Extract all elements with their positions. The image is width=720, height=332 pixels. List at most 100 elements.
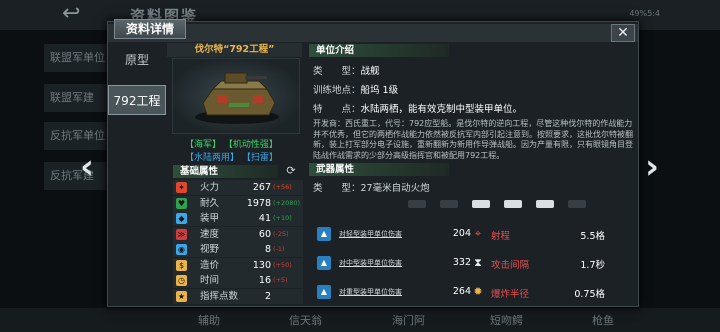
variant-tab-prototype[interactable]: 原型	[108, 45, 166, 75]
back-icon[interactable]: ↩	[62, 3, 96, 25]
attr-name: 视野	[200, 244, 220, 255]
variant-tab-792[interactable]: 792工程	[108, 85, 166, 115]
attr-bonus: (+10)	[273, 214, 292, 222]
feature-label: 特 点：	[313, 104, 361, 115]
attr-bonus: (+50)	[273, 260, 292, 269]
armor-damage-icon: ▲	[317, 256, 331, 270]
attr-value: 267	[252, 182, 271, 193]
attr-value: 16	[258, 275, 271, 286]
side-tab-rebel-units[interactable]: 反抗军单位	[44, 122, 110, 150]
attr-name: 火力	[200, 182, 220, 193]
refresh-icon[interactable]: ⟳	[285, 165, 297, 177]
type-label: 类 型：	[313, 66, 361, 77]
plane-icon	[440, 200, 458, 208]
armor-icon: ◆	[176, 213, 187, 224]
weapon-row: ▲ 对轻型装甲单位伤害 204 ⌖ 射程 5.5格	[313, 224, 635, 246]
attr-bonus: (-25)	[273, 229, 289, 238]
next-arrow-icon[interactable]: ›	[645, 150, 659, 184]
weapon-row: ▲ 对重型装甲单位伤害 264 ✹ 爆炸半径 0.75格	[313, 282, 635, 304]
explosion-icon: ✹	[473, 285, 483, 298]
damage-value: 204	[452, 228, 471, 239]
attr-value: 8	[264, 244, 271, 255]
unit-name: 伐尔特“792工程”	[167, 43, 302, 57]
weapon-type-value: 27毫米自动火炮	[360, 183, 430, 194]
status-text: 49%5:4	[629, 9, 660, 18]
damage-label[interactable]: 对轻型装甲单位伤害	[339, 229, 402, 239]
weapon-row: ▲ 对中型装甲单位伤害 332 ⧗ 攻击间隔 1.7秒	[313, 253, 635, 275]
feature-line: 特 点：水陆两栖，能有效克制中型装甲单位。	[313, 101, 522, 115]
amphibious-vehicle-icon	[195, 72, 279, 124]
attr-bonus: (+56)	[273, 183, 292, 191]
helicopter-icon	[472, 200, 490, 208]
attr-name: 指挥点数	[200, 290, 239, 302]
attr-row-fire: ✦ 火力 267 (+56)	[173, 180, 303, 195]
tank-icon	[504, 200, 522, 208]
vision-icon: ◉	[176, 244, 187, 255]
feature-value: 水陆两栖，能有效克制中型装甲单位。	[360, 104, 523, 115]
attr-name: 时间	[200, 275, 220, 286]
plane-icon	[408, 200, 426, 208]
tags-row-1: 【海军】 【机动性强】	[185, 137, 295, 150]
stat-label: 射程	[491, 231, 511, 242]
weapon-type-label: 类 型：	[313, 183, 361, 194]
unit-portrait	[172, 58, 300, 134]
attr-value: 1978	[246, 197, 271, 209]
weapon-type-line: 类 型：27毫米自动火炮	[313, 180, 430, 194]
tag-amphibious: 【水陆两用】	[185, 153, 240, 163]
attr-bonus: (+2080)	[273, 198, 301, 207]
attr-value: 2	[264, 290, 271, 302]
training-label: 训练地点：	[313, 85, 361, 96]
damage-value: 332	[452, 257, 471, 268]
attr-row-cost: $ 造价 130 (+50)	[173, 257, 303, 273]
stat-label: 攻击间隔	[491, 260, 530, 271]
ship-icon	[536, 200, 554, 208]
submarine-icon	[568, 200, 586, 208]
attr-value: 130	[252, 259, 271, 271]
attr-bonus: (+5)	[273, 276, 288, 284]
close-button[interactable]: ✕	[611, 24, 635, 42]
bottom-tab-5[interactable]: 枪鱼	[592, 312, 614, 328]
side-tab-alliance-units[interactable]: 联盟军单位	[44, 44, 110, 72]
attr-value: 60	[258, 228, 271, 240]
fire-icon: ✦	[176, 182, 187, 193]
durability-icon: ♥	[176, 197, 187, 209]
attr-value: 41	[258, 213, 271, 224]
unit-description: 开发商：西氏重工，代号：792应型船。是伐尔特的逆向工程，尽管这种伐尔特的作战能…	[313, 119, 633, 160]
attr-name: 耐久	[200, 197, 220, 209]
bottom-tab-3[interactable]: 海门阿	[392, 312, 425, 328]
attr-row-vision: ◉ 视野 8 (-1)	[173, 242, 303, 257]
stat-value: 1.7秒	[580, 260, 605, 271]
stat-value: 5.5格	[580, 231, 605, 242]
training-value: 船坞 1级	[360, 85, 399, 96]
attr-row-speed: ≫ 速度 60 (-25)	[173, 226, 303, 242]
damage-label[interactable]: 对中型装甲单位伤害	[339, 258, 402, 268]
damage-label[interactable]: 对重型装甲单位伤害	[339, 287, 402, 297]
stat-value: 0.75格	[574, 289, 605, 300]
intro-header: 单位介绍	[309, 44, 449, 57]
prev-arrow-icon[interactable]: ‹	[80, 150, 94, 184]
tag-minesweep: 【扫雷】	[241, 153, 278, 163]
weapon-header: 武器属性	[309, 163, 449, 176]
side-tab-rebel-buildings[interactable]: 反抗军建	[44, 162, 110, 190]
attr-row-durability: ♥ 耐久 1978 (+2080)	[173, 195, 303, 211]
training-line: 训练地点：船坞 1级	[313, 82, 398, 96]
tag-navy: 【海军】	[185, 140, 222, 150]
type-value: 战舰	[360, 66, 380, 77]
damage-value: 264	[452, 286, 471, 297]
attr-bonus: (-1)	[273, 245, 285, 253]
stat-label: 爆炸半径	[491, 289, 530, 300]
attr-name: 速度	[200, 228, 220, 240]
bottom-tab-2[interactable]: 信天翁	[289, 312, 322, 328]
speed-icon: ≫	[176, 228, 187, 240]
side-tab-alliance-buildings[interactable]: 联盟军建	[44, 84, 110, 112]
armor-damage-icon: ▲	[317, 285, 331, 299]
bottom-tab-4[interactable]: 短吻鳄	[490, 312, 523, 328]
command-icon: ★	[176, 290, 187, 302]
bottom-tab-1[interactable]: 辅助	[198, 312, 220, 328]
attr-name: 造价	[200, 259, 220, 271]
cost-icon: $	[176, 259, 187, 271]
tag-mobility: 【机动性强】	[223, 140, 278, 150]
armor-damage-icon: ▲	[317, 227, 331, 241]
attr-name: 装甲	[200, 213, 220, 224]
dialog-title: 资料详情	[114, 19, 186, 39]
